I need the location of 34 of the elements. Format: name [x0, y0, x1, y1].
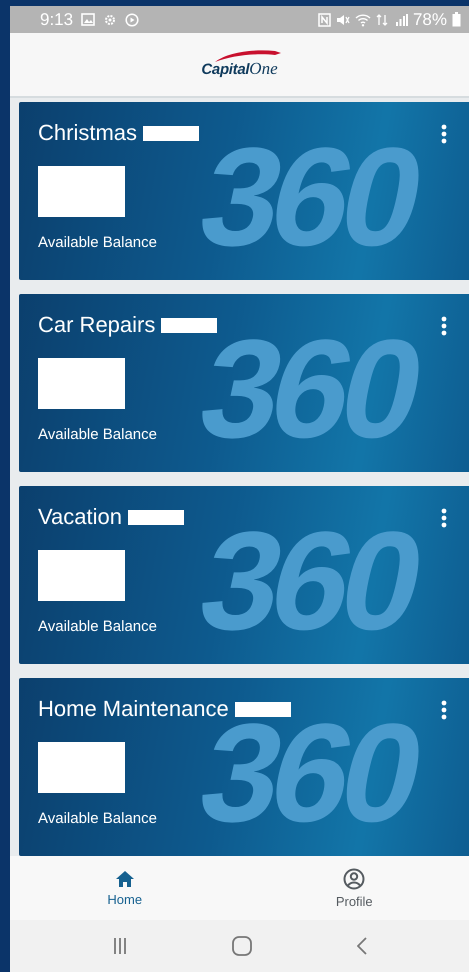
- battery-icon: [452, 12, 461, 27]
- image-icon: [81, 13, 96, 26]
- profile-icon: [343, 868, 366, 890]
- balance-label: Available Balance: [38, 810, 158, 827]
- home-button-icon[interactable]: [232, 936, 252, 956]
- more-options-icon[interactable]: [441, 316, 447, 336]
- card-watermark: 360: [188, 312, 430, 466]
- more-options-icon[interactable]: [441, 700, 447, 720]
- recent-apps-icon[interactable]: [112, 938, 126, 954]
- card-watermark: 360: [188, 120, 430, 274]
- back-icon[interactable]: [356, 937, 366, 955]
- account-name: Christmas: [38, 120, 138, 146]
- account-name: Vacation: [38, 504, 122, 530]
- status-time: 9:13: [40, 10, 74, 30]
- nav-tab[interactable]: Profile: [240, 856, 469, 920]
- account-name: Car Repairs: [38, 312, 156, 338]
- gear-icon: [103, 12, 118, 26]
- data-icon: [376, 12, 390, 26]
- more-options-icon[interactable]: [441, 124, 447, 144]
- play-circle-icon: [125, 12, 140, 26]
- signal-icon: [394, 12, 408, 26]
- mute-icon: [336, 12, 350, 26]
- balance-label: Available Balance: [38, 426, 158, 443]
- balance-label: Available Balance: [38, 618, 158, 635]
- nfc-icon: [318, 12, 331, 26]
- nav-tab[interactable]: Home: [10, 856, 240, 920]
- balance-label: Available Balance: [38, 234, 158, 251]
- capital-one-logo: CapitalOne: [201, 50, 278, 78]
- wifi-icon: [354, 12, 371, 26]
- battery-percent: 78%: [412, 10, 447, 30]
- home-icon: [114, 870, 135, 888]
- more-options-icon[interactable]: [441, 508, 447, 528]
- card-watermark: 360: [188, 504, 430, 658]
- account-name: Home Maintenance: [38, 696, 229, 722]
